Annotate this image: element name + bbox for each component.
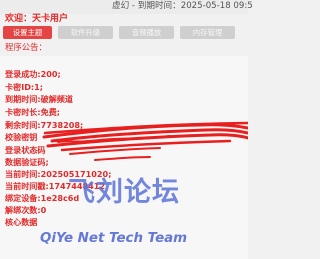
tab-software-update[interactable]: 软件升级 xyxy=(58,26,113,39)
tab-bar: 设置主题 软件升级 音频播放 内存管理 xyxy=(0,26,248,39)
tab-set-theme[interactable]: 设置主题 xyxy=(3,26,52,39)
info-login-success: 登录成功:200; xyxy=(5,69,61,79)
info-timestamp: 当前时间戳:1747448412 xyxy=(5,181,106,191)
tab-memory-manage[interactable]: 内存管理 xyxy=(180,26,235,39)
info-card-id: 卡密ID:1; xyxy=(5,82,44,92)
info-check-key: 校验密钥 xyxy=(5,132,38,142)
info-current-time: 当前时间:202505171020; xyxy=(5,169,112,179)
info-duration: 卡密时长:免费; xyxy=(5,107,61,117)
info-login-status: 登录状态码 xyxy=(5,145,46,155)
program-notice-label: 程序公告： xyxy=(5,42,47,52)
expiry-title: 虚幻 - 到期时间：2025-05-18 09:5 xyxy=(112,1,253,11)
tab-audio-play[interactable]: 音频播放 xyxy=(119,26,174,39)
info-remaining: 剩余时间:7738208; xyxy=(5,120,84,130)
info-expiry: 到期时间:破解频道 xyxy=(5,94,73,104)
info-bound-device: 绑定设备:1e28c6d xyxy=(5,193,80,203)
info-core-data: 核心数据 xyxy=(5,217,38,227)
app-header: 虚幻 - 到期时间：2025-05-18 09:5 xyxy=(0,0,253,14)
info-unbind-count: 解绑次数:0 xyxy=(5,205,47,215)
welcome-text: 欢迎：天卡用户 xyxy=(5,14,69,24)
info-data-verify: 数据验证码; xyxy=(5,157,49,167)
